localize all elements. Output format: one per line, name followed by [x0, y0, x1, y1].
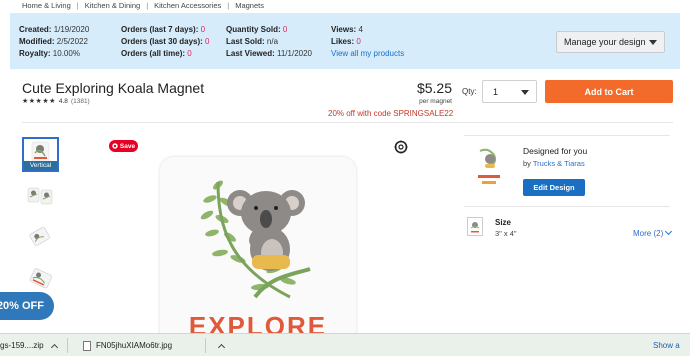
- thumbnail-angle-1[interactable]: [22, 180, 59, 215]
- rating-value: 4.8: [58, 97, 68, 105]
- chevron-up-icon[interactable]: [218, 343, 226, 352]
- designed-for-you-title: Designed for you: [523, 146, 588, 156]
- download-jpg-filename: FN05jhuXIAMo6tr.jpg: [96, 341, 173, 350]
- price-unit: per magnet: [419, 98, 452, 105]
- stat-modified: Modified: 2/5/2022: [19, 37, 88, 46]
- breadcrumb-magnets[interactable]: Magnets: [235, 1, 264, 10]
- download-separator: [67, 338, 68, 353]
- quantity-select[interactable]: 1: [482, 80, 537, 103]
- product-title: Cute Exploring Koala Magnet: [22, 80, 205, 96]
- stat-orders-30-days: Orders (last 30 days): 0: [121, 37, 210, 46]
- download-separator: [205, 338, 206, 353]
- chevron-down-icon: [649, 40, 657, 45]
- size-value: 3" x 4": [495, 229, 517, 238]
- stat-royalty: Royalty: 10.00%: [19, 49, 80, 58]
- pinterest-icon: [112, 143, 118, 149]
- promo-code-text: 20% off with code SPRINGSALE22: [328, 109, 454, 118]
- product-rating[interactable]: ★★★★★ 4.8 (1381): [22, 97, 90, 106]
- thumbnail-vertical-label: Vertical: [24, 161, 57, 170]
- download-item-zip[interactable]: gs-159....zip: [0, 334, 58, 356]
- section-divider: [22, 122, 673, 123]
- stat-last-viewed: Last Viewed: 11/1/2020: [226, 49, 312, 58]
- designer-store-link[interactable]: Trucks & Tiaras: [533, 159, 585, 168]
- design-thumbnail-image[interactable]: [474, 145, 504, 191]
- stat-likes: Likes: 0: [331, 37, 361, 46]
- more-sizes-label: More (2): [633, 229, 664, 238]
- breadcrumb: Home & Living | Kitchen & Dining | Kitch…: [22, 0, 264, 10]
- panel-divider: [464, 135, 670, 136]
- manage-design-dropdown[interactable]: Manage your design: [556, 31, 665, 53]
- thumbnail-koala-image: [31, 141, 50, 163]
- chevron-up-icon[interactable]: [50, 343, 58, 352]
- show-all-downloads-link[interactable]: Show a: [653, 334, 680, 356]
- save-label: Save: [119, 142, 136, 150]
- view-all-products-link[interactable]: View all my products: [331, 48, 404, 60]
- designer-by-label: by: [523, 159, 531, 168]
- file-icon: [83, 340, 91, 351]
- breadcrumb-home-living[interactable]: Home & Living: [22, 1, 71, 10]
- downloads-bar: gs-159....zip FN05jhuXIAMo6tr.jpg Show a: [0, 333, 690, 356]
- star-rating-icon: ★★★★★: [22, 98, 56, 105]
- breadcrumb-separator: |: [146, 0, 149, 10]
- breadcrumb-kitchen-dining[interactable]: Kitchen & Dining: [85, 1, 140, 10]
- stat-quantity-sold: Quantity Sold: 0: [226, 25, 288, 34]
- stat-orders-all-time: Orders (all time): 0: [121, 49, 192, 58]
- breadcrumb-separator: |: [227, 0, 230, 10]
- add-to-cart-button[interactable]: Add to Cart: [545, 80, 673, 103]
- stats-column-orders: Orders (last 7 days): 0 Orders (last 30 …: [121, 24, 210, 60]
- stats-column-engagement: Views: 4 Likes: 0 View all my products: [331, 24, 404, 60]
- more-sizes-link[interactable]: More (2): [633, 227, 673, 238]
- download-item-jpg[interactable]: FN05jhuXIAMo6tr.jpg: [83, 334, 226, 356]
- quantity-value: 1: [493, 87, 499, 97]
- product-main-image: EXPLORE: [160, 157, 356, 347]
- stat-orders-7-days: Orders (last 7 days): 0: [121, 25, 206, 34]
- zoom-icon[interactable]: [394, 140, 408, 154]
- stat-last-sold: Last Sold: n/a: [226, 37, 279, 46]
- thumbnail-vertical[interactable]: Vertical: [22, 137, 59, 172]
- download-zip-filename: gs-159....zip: [0, 341, 44, 350]
- manage-design-label: Manage your design: [564, 37, 646, 47]
- chevron-down-icon: [521, 90, 529, 95]
- review-count: (1381): [70, 97, 90, 105]
- quantity-label: Qty:: [462, 87, 477, 96]
- discount-badge[interactable]: 20% OFF: [0, 292, 54, 320]
- thumbnail-angle-2[interactable]: [22, 221, 59, 256]
- edit-design-button[interactable]: Edit Design: [523, 179, 585, 196]
- breadcrumb-separator: |: [76, 0, 79, 10]
- stats-column-sales: Quantity Sold: 0 Last Sold: n/a Last Vie…: [226, 24, 312, 60]
- thumbnail-magnet-tilted-image: [29, 227, 50, 246]
- size-icon: [467, 217, 483, 236]
- size-label: Size: [495, 218, 512, 227]
- stat-created: Created: 1/19/2020: [19, 25, 90, 34]
- breadcrumb-kitchen-accessories[interactable]: Kitchen Accessories: [154, 1, 221, 10]
- pinterest-save-button[interactable]: Save: [109, 140, 138, 152]
- designer-stats-panel: Created: 1/19/2020 Modified: 2/5/2022 Ro…: [10, 13, 680, 69]
- stat-views: Views: 4: [331, 25, 363, 34]
- panel-divider: [464, 206, 670, 207]
- designer-credit: by Trucks & Tiaras: [523, 159, 585, 168]
- koala-illustration: EXPLORE: [189, 180, 325, 341]
- thumbnail-magnets-image: [27, 187, 53, 205]
- stats-column-dates: Created: 1/19/2020 Modified: 2/5/2022 Ro…: [19, 24, 89, 60]
- chevron-down-icon: [665, 227, 673, 236]
- product-price: $5.25: [416, 80, 452, 96]
